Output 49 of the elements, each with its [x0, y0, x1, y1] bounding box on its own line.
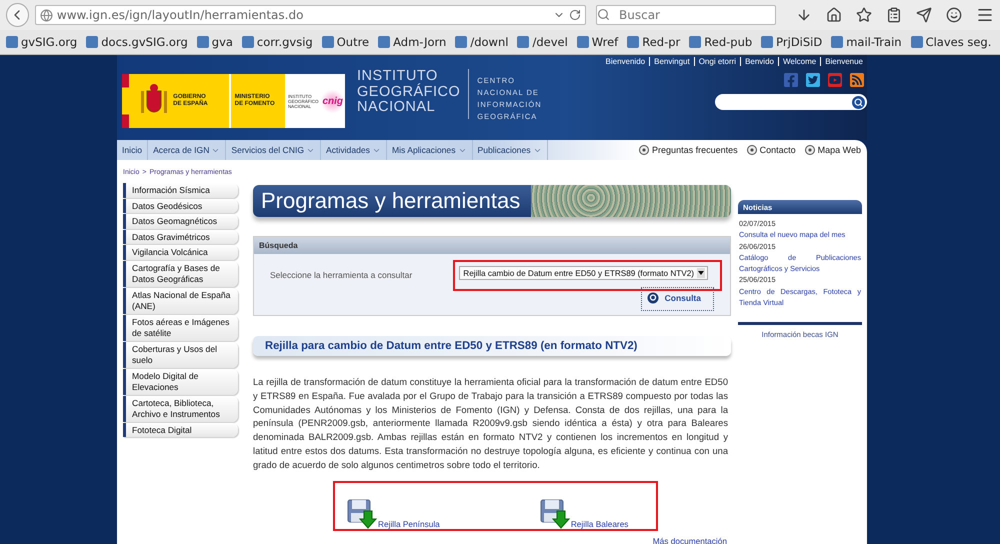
page-title: Programas y herramientas: [261, 188, 520, 214]
sidebar-item[interactable]: Datos Geodésicos: [123, 198, 238, 213]
bookmark-link[interactable]: Red-pub: [689, 35, 752, 49]
sidebar-item[interactable]: Cartografía y Bases de Datos Geográficas: [123, 260, 238, 286]
nav-link[interactable]: Contacto: [746, 145, 796, 155]
bookmark-link[interactable]: Wref: [576, 35, 618, 49]
section-title: Rejilla para cambio de Datum entre ED50 y ETRS89 (en formato NTV2): [253, 336, 731, 356]
nav-link[interactable]: Preguntas frecuentes: [639, 145, 738, 155]
tool-select[interactable]: Rejilla cambio de Datum entre ED50 y ETRS89 (formato NTV2): [459, 266, 708, 280]
institute-name: INSTITUTO GEOGRÁFICO NACIONAL: [357, 69, 470, 119]
language-link[interactable]: Bienvenue: [820, 57, 867, 66]
language-link[interactable]: Ongi etorri: [694, 57, 740, 66]
sidebar-item[interactable]: Datos Geomagnéticos: [123, 214, 238, 228]
sidebar-item[interactable]: Coberturas y Usos del suelo: [123, 342, 238, 368]
bookmark-link[interactable]: gva: [196, 35, 233, 49]
description-text: La rejilla de transformación de datum constituye la herramienta oficial para la transformación de datum entre ED50 y ETRS89 en España. Fue avalada por el Grupo de Trabajo para la transición a ETRS89 compuesto por todas las Comunidades Autónomas y los Ministerios de Fomento (IGN) y Defensa. Consta de dos rejillas, una para la península (PENR2009.gsb, anteriormente llamada R2009v9.gsb siendo idéntica a ésta) y otra para Baleares denominada BALR2009.gsb. Ambas rejillas están en formato NTV2 y contienen los incrementos en longitud y latitud entre estos dos datums. Esta transformación no destruye topología alguna, es eficiente y continua con una grado de acuerdo de solo algunos centimetros sobre todo el territorio.: [253, 376, 729, 472]
search-panel-title: Búsqueda: [254, 237, 730, 254]
bookmark-link[interactable]: Claves seg.: [910, 35, 992, 49]
browser-search-field[interactable]: Buscar: [596, 5, 776, 25]
download-link[interactable]: Rejilla Baleares: [540, 488, 628, 529]
nav-link[interactable]: Mapa Web: [804, 145, 861, 155]
sidebar-item[interactable]: Fototeca Digital: [123, 422, 238, 437]
sidebar-item[interactable]: Información Sísmica: [123, 183, 238, 198]
language-link[interactable]: Benvingut: [649, 57, 694, 66]
cnig-logo: cnig: [320, 90, 346, 112]
bookmark-link[interactable]: Adm-Jorn: [378, 35, 446, 49]
address-bar[interactable]: www.ign.es/ign/layoutIn/herramientas.do: [34, 5, 586, 25]
sidebar-item[interactable]: Datos Gravimétricos: [123, 230, 238, 244]
language-link[interactable]: Benvido: [740, 57, 778, 66]
bookmark-link[interactable]: PrjDiSiD: [761, 35, 822, 49]
download-link[interactable]: Rejilla Península: [347, 488, 440, 529]
consulta-button[interactable]: Consulta: [640, 287, 714, 311]
bookmark-link[interactable]: mail-Train: [831, 35, 902, 49]
sidebar-item[interactable]: Cartoteca, Biblioteca, Archivo e Instrumentos: [123, 396, 238, 422]
bookmark-link[interactable]: gvSIG.org: [6, 35, 78, 49]
sidebar-item[interactable]: Fotos aéreas e Imágenes de satélite: [123, 314, 238, 340]
bookmark-link[interactable]: /devel: [517, 35, 568, 49]
sidebar-item[interactable]: Atlas Nacional de España (ANE): [123, 288, 238, 314]
language-link[interactable]: Bienvenido: [602, 57, 650, 66]
language-link[interactable]: Welcome: [778, 57, 820, 66]
bookmark-link[interactable]: corr.gvsig: [242, 35, 313, 49]
bookmark-link[interactable]: Red-pr: [627, 35, 680, 49]
bookmark-link[interactable]: Outre: [322, 35, 370, 49]
field-label: Seleccione la herramienta a consultar: [270, 270, 412, 282]
sidebar-item[interactable]: Modelo Digital de Elevaciones: [123, 368, 238, 394]
sidebar-item[interactable]: Vigilancia Volcánica: [123, 245, 238, 260]
more-docs-link[interactable]: Más documentación: [652, 536, 727, 544]
bookmark-link[interactable]: /downl: [455, 35, 508, 49]
bookmark-link[interactable]: docs.gvSIG.org: [86, 35, 188, 49]
